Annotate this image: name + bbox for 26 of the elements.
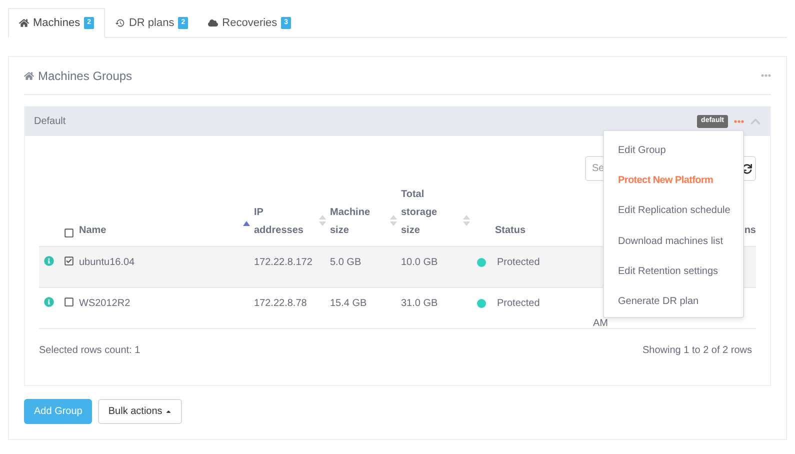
menu-item[interactable]: Generate DR plan xyxy=(604,286,743,317)
group-name: Default xyxy=(34,115,66,129)
table-cell: 172.22.8.172 xyxy=(254,257,312,268)
table-cell: ubuntu16.04 xyxy=(79,257,135,268)
table-cell: 172.22.8.78 xyxy=(254,298,307,309)
table-cell-text: Protected xyxy=(497,256,540,270)
table-cell: AM xyxy=(593,318,608,329)
pagination-info: Showing 1 to 2 of 2 rows xyxy=(642,344,752,358)
column-header[interactable]: IP addresses xyxy=(254,204,304,240)
table-cell: 15.4 GB xyxy=(330,298,367,309)
table-cell-text: Protected xyxy=(497,297,540,311)
bulk-actions-button[interactable]: Bulk actions xyxy=(98,399,182,424)
column-header[interactable]: ns xyxy=(744,222,756,240)
table-cell: 10.0 GB xyxy=(401,257,438,268)
column-header[interactable]: Name xyxy=(79,222,106,240)
selected-count: Selected rows count: 1 xyxy=(39,344,140,358)
column-header[interactable]: Total storage size xyxy=(401,186,451,240)
table-cell: WS2012R2 xyxy=(79,298,130,309)
column-header[interactable]: Status xyxy=(495,222,526,240)
table-cell: 5.0 GB xyxy=(330,257,362,268)
menu-item[interactable]: Edit Retention settings xyxy=(604,256,743,287)
menu-item[interactable]: Edit Group xyxy=(604,135,743,166)
panel-title: Machines Groups xyxy=(38,68,132,84)
column-header[interactable]: Machine size xyxy=(330,204,380,240)
table-cell: 31.0 GB xyxy=(401,298,438,309)
menu-item[interactable]: Edit Replication schedule xyxy=(604,196,743,226)
